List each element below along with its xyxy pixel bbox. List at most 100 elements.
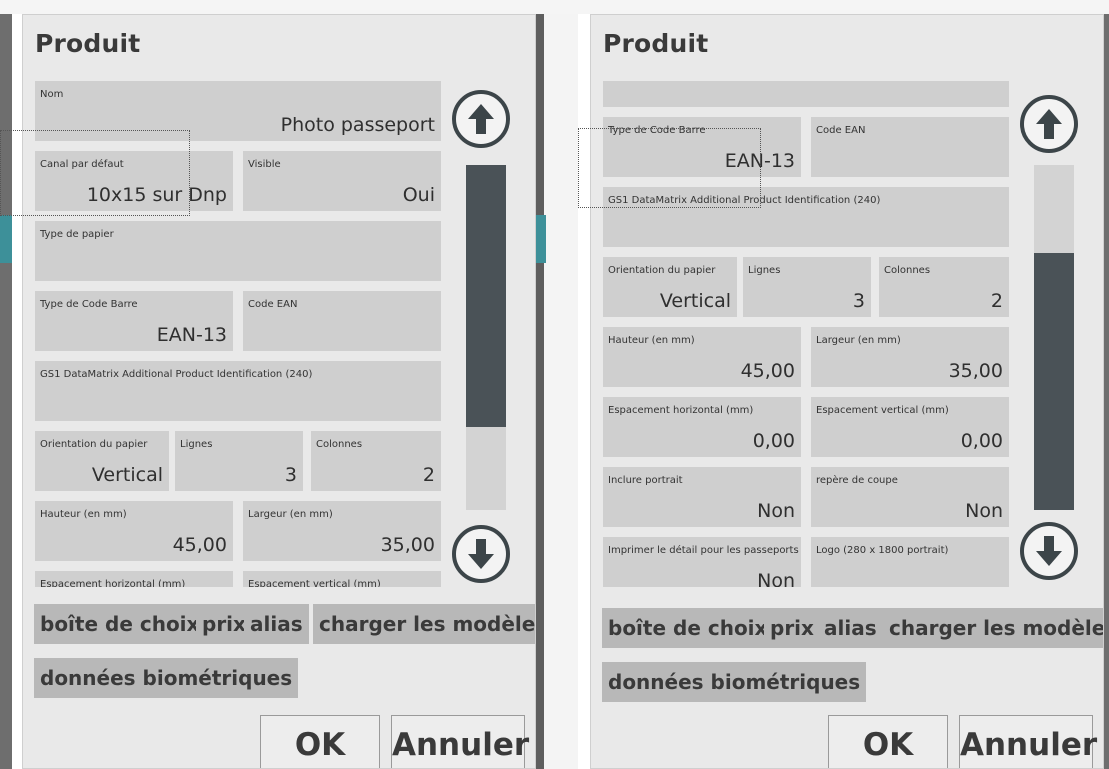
- field-value: 0,00: [960, 430, 1003, 452]
- field-detail-passeports[interactable]: Imprimer le détail pour les passeports N…: [603, 537, 801, 587]
- arrow-up-icon: [468, 104, 494, 134]
- field-orientation[interactable]: Orientation du papier Vertical: [603, 257, 737, 317]
- field-label: Espacement vertical (mm): [816, 405, 949, 416]
- field-value: 2: [990, 290, 1003, 312]
- field-value: Vertical: [659, 290, 731, 312]
- scroll-up-button[interactable]: [452, 90, 510, 148]
- field-label: Lignes: [180, 439, 213, 450]
- field-espacement-horizontal[interactable]: Espacement horizontal (mm) 0,00: [603, 397, 801, 457]
- right-product-dialog: Produit Type de Code Barre EAN-13 Code E…: [590, 14, 1104, 769]
- background-center-teal: [536, 215, 546, 263]
- field-label: Hauteur (en mm): [608, 335, 695, 346]
- background-top-bar: [0, 0, 1109, 14]
- field-label: Visible: [248, 159, 281, 170]
- field-gs1[interactable]: GS1 DataMatrix Additional Product Identi…: [35, 361, 441, 421]
- field-espacement-vertical[interactable]: Espacement vertical (mm) 0,00: [811, 397, 1009, 457]
- cancel-button[interactable]: Annuler: [959, 715, 1097, 768]
- background-left-edge: [0, 14, 12, 769]
- field-colonnes[interactable]: Colonnes 2: [879, 257, 1009, 317]
- field-lignes[interactable]: Lignes 3: [743, 257, 871, 317]
- alias-button[interactable]: alias: [818, 608, 883, 648]
- field-label: GS1 DataMatrix Additional Product Identi…: [608, 195, 881, 206]
- field-label: Colonnes: [316, 439, 363, 450]
- load-templates-button[interactable]: charger les modèles: [313, 604, 535, 644]
- arrow-up-icon: [1036, 109, 1062, 139]
- field-label: Espacement horizontal (mm): [40, 579, 186, 587]
- field-label: Lignes: [748, 265, 781, 276]
- field-nom[interactable]: Nom Photo passeport: [35, 81, 441, 141]
- choice-box-button[interactable]: boîte de choix: [34, 604, 206, 644]
- scroll-thumb[interactable]: [466, 165, 506, 427]
- field-espacement-vertical[interactable]: Espacement vertical (mm): [243, 571, 441, 587]
- biometric-data-button[interactable]: données biométriques: [34, 658, 299, 698]
- field-value: 45,00: [172, 534, 227, 556]
- field-orientation[interactable]: Orientation du papier Vertical: [35, 431, 169, 491]
- scroll-up-button[interactable]: [1020, 95, 1078, 153]
- field-label: Type de Code Barre: [40, 299, 138, 310]
- alias-button[interactable]: alias: [244, 604, 309, 644]
- field-code-ean[interactable]: Code EAN: [811, 117, 1009, 177]
- field-value: Non: [965, 500, 1003, 522]
- field-code-ean[interactable]: Code EAN: [243, 291, 441, 351]
- field-label: repère de coupe: [816, 475, 898, 486]
- field-visible[interactable]: Visible Oui: [243, 151, 441, 211]
- field-value: 3: [852, 290, 865, 312]
- field-espacement-horizontal[interactable]: Espacement horizontal (mm): [35, 571, 233, 587]
- field-largeur[interactable]: Largeur (en mm) 35,00: [243, 501, 441, 561]
- scroll-thumb[interactable]: [1034, 253, 1074, 510]
- field-label: Orientation du papier: [40, 439, 148, 450]
- field-value: 35,00: [948, 360, 1003, 382]
- field-type-papier[interactable]: Type de papier: [35, 221, 441, 281]
- field-value: 45,00: [740, 360, 795, 382]
- load-templates-button[interactable]: charger les modèles: [883, 608, 1103, 648]
- field-value: Vertical: [91, 464, 163, 486]
- cancel-button[interactable]: Annuler: [391, 715, 529, 768]
- field-label: Largeur (en mm): [248, 509, 333, 520]
- field-label: Canal par défaut: [40, 159, 124, 170]
- field-logo[interactable]: Logo (280 x 1800 portrait): [811, 537, 1009, 587]
- field-type-code-barre[interactable]: Type de Code Barre EAN-13: [35, 291, 233, 351]
- product-form: Nom Photo passeport Canal par défaut 10x…: [35, 81, 449, 587]
- field-label: Largeur (en mm): [816, 335, 901, 346]
- field-value: 35,00: [380, 534, 435, 556]
- field-label: Espacement vertical (mm): [248, 579, 381, 587]
- field-canal[interactable]: Canal par défaut 10x15 sur Dnp: [35, 151, 233, 211]
- field-value: Photo passeport: [280, 114, 435, 136]
- background-right-gap: [1104, 14, 1109, 769]
- dialog-title: Produit: [35, 29, 141, 58]
- field-label: Hauteur (en mm): [40, 509, 127, 520]
- field-label: Espacement horizontal (mm): [608, 405, 754, 416]
- field-type-code-barre[interactable]: Type de Code Barre EAN-13: [603, 117, 801, 177]
- price-button[interactable]: prix: [764, 608, 820, 648]
- left-product-dialog: Produit Nom Photo passeport Canal par dé…: [22, 14, 536, 769]
- field-value: 0,00: [752, 430, 795, 452]
- scroll-down-button[interactable]: [452, 525, 510, 583]
- ok-button[interactable]: OK: [260, 715, 380, 768]
- field-value: 3: [284, 464, 297, 486]
- field-hauteur[interactable]: Hauteur (en mm) 45,00: [35, 501, 233, 561]
- biometric-data-button[interactable]: données biométriques: [602, 662, 867, 702]
- arrow-down-icon: [468, 539, 494, 569]
- field-label: Code EAN: [248, 299, 298, 310]
- arrow-down-icon: [1036, 536, 1062, 566]
- field-value: Oui: [402, 184, 435, 206]
- dialog-title: Produit: [603, 29, 709, 58]
- field-inclure-portrait[interactable]: Inclure portrait Non: [603, 467, 801, 527]
- field-value: EAN-13: [724, 150, 795, 172]
- field-gs1[interactable]: GS1 DataMatrix Additional Product Identi…: [603, 187, 1009, 247]
- field-colonnes[interactable]: Colonnes 2: [311, 431, 441, 491]
- field-hauteur[interactable]: Hauteur (en mm) 45,00: [603, 327, 801, 387]
- field-label: Colonnes: [884, 265, 931, 276]
- field-partial-top[interactable]: [603, 81, 1009, 107]
- field-value: Non: [757, 500, 795, 522]
- ok-button[interactable]: OK: [828, 715, 948, 768]
- field-value: 10x15 sur Dnp: [86, 184, 227, 206]
- field-repere-coupe[interactable]: repère de coupe Non: [811, 467, 1009, 527]
- field-largeur[interactable]: Largeur (en mm) 35,00: [811, 327, 1009, 387]
- choice-box-button[interactable]: boîte de choix: [602, 608, 774, 648]
- scroll-down-button[interactable]: [1020, 522, 1078, 580]
- field-label: Imprimer le détail pour les passeports: [608, 545, 799, 556]
- field-label: Orientation du papier: [608, 265, 716, 276]
- field-label: Type de Code Barre: [608, 125, 706, 136]
- field-lignes[interactable]: Lignes 3: [175, 431, 303, 491]
